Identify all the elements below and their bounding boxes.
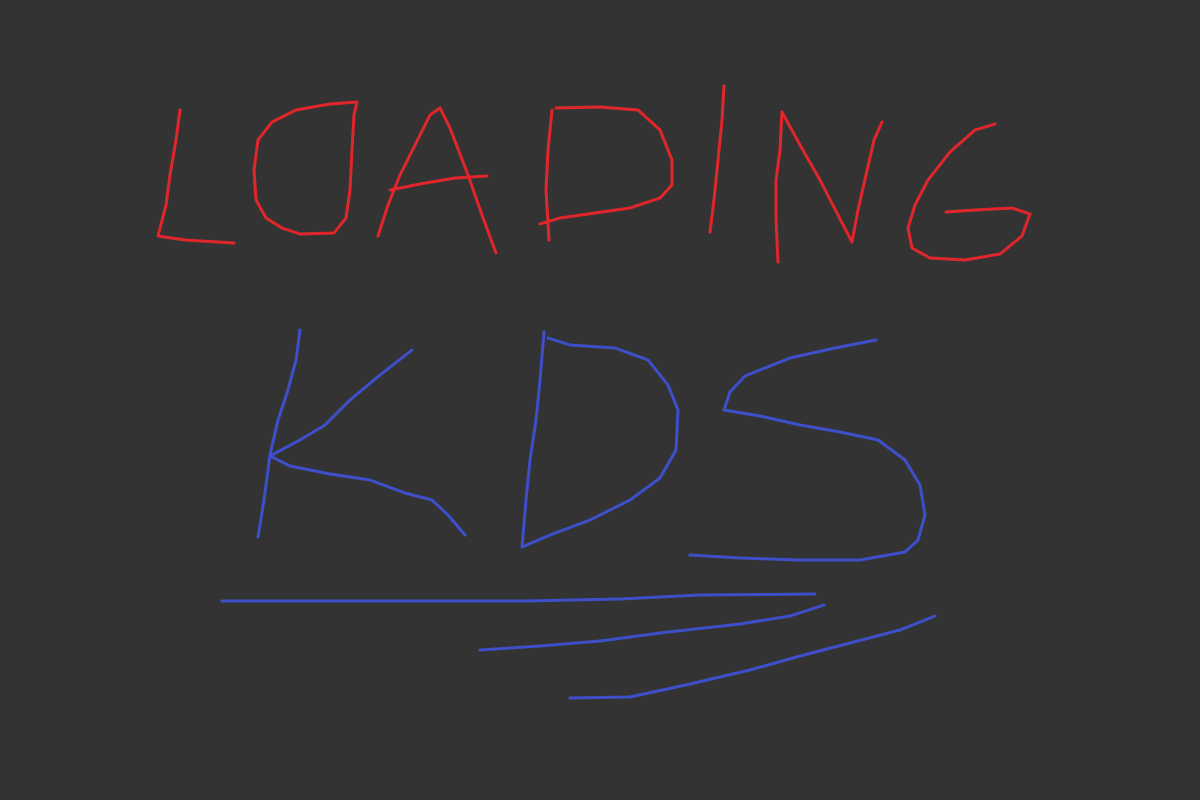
kds-handwriting: [256, 328, 927, 562]
letter-k-stem: [256, 328, 302, 539]
speed-lines: [220, 592, 937, 700]
letter-k-upper-arm: [268, 348, 414, 458]
speed-line-middle: [478, 603, 826, 652]
speed-line-bottom: [568, 614, 937, 700]
loading-handwriting: [156, 84, 1032, 264]
letter-d-outline: [520, 330, 680, 549]
letter-i: [708, 84, 726, 234]
speed-line-top: [220, 592, 817, 603]
letter-s: [688, 338, 927, 562]
letter-n: [774, 110, 884, 264]
letter-k-lower-arm: [268, 454, 467, 537]
letter-g: [906, 122, 1032, 262]
letter-l: [156, 108, 236, 245]
letter-d-bowl: [538, 105, 674, 226]
handwritten-canvas: [156, 84, 1032, 700]
loading-screen: LOADING KDS: [0, 0, 1200, 800]
letter-o: [252, 100, 359, 236]
